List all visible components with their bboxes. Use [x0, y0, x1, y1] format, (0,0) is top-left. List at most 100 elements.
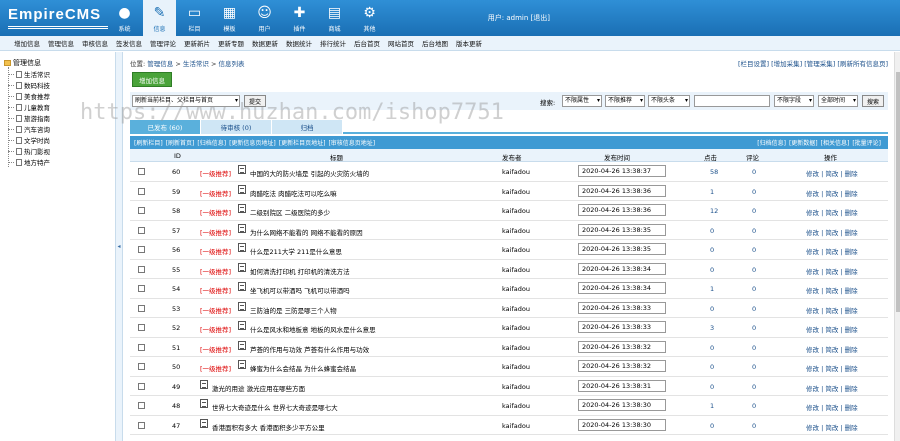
row-checkbox[interactable] — [138, 343, 145, 351]
search-button[interactable]: 搜索 — [862, 95, 884, 107]
row-title[interactable]: 三防油的是 三防是哪三个人物 — [250, 305, 337, 315]
submenu-item[interactable]: 签发信息 — [116, 38, 142, 48]
tree-item[interactable]: 生活常识 — [8, 69, 50, 79]
row-comments[interactable]: 0 — [752, 383, 756, 391]
logout-link[interactable]: [退出] — [531, 14, 550, 22]
row-time-input[interactable]: 2020-04-26 13:38:30 — [578, 399, 666, 411]
action-link[interactable]: [归档信息] — [197, 138, 226, 147]
top-nav-item[interactable]: ☺ 用户 — [248, 0, 281, 36]
row-checkbox[interactable] — [138, 226, 145, 234]
row-comments[interactable]: 0 — [752, 285, 756, 293]
row-title[interactable]: 为什么网络不能看的 网络不能看的原因 — [250, 227, 363, 237]
tree-item[interactable]: 地方特产 — [8, 157, 50, 167]
row-comments[interactable]: 0 — [752, 266, 756, 274]
row-time-input[interactable]: 2020-04-26 13:38:33 — [578, 301, 666, 314]
row-ops[interactable]: 修改 | 简改 | 删除 — [806, 344, 858, 354]
row-title[interactable]: 二级别院区 二级医院的多少 — [250, 207, 330, 217]
action-link[interactable]: [归档信息] — [757, 138, 786, 147]
row-comments[interactable]: 0 — [752, 344, 756, 352]
row-time-input[interactable]: 2020-04-26 13:38:35 — [578, 243, 666, 255]
row-time-input[interactable]: 2020-04-26 13:38:36 — [578, 204, 666, 216]
tree-item[interactable]: 汽车咨询 — [8, 124, 50, 134]
action-link[interactable]: [刷新栏目] — [134, 138, 163, 147]
row-comments[interactable]: 0 — [752, 207, 756, 215]
action-link[interactable]: [相关信息] — [821, 138, 850, 147]
tree-item[interactable]: 热门影视 — [8, 146, 50, 156]
action-link[interactable]: [更新栏目页地址] — [279, 138, 326, 147]
row-title[interactable]: 世界七大奇迹是什么 世界七大奇迹是哪七大 — [212, 402, 338, 412]
row-checkbox[interactable] — [138, 324, 145, 331]
time-select[interactable]: 全部时间 — [818, 95, 858, 107]
row-checkbox[interactable] — [138, 207, 145, 214]
row-time-input[interactable]: 2020-04-26 13:38:37 — [578, 165, 666, 177]
top-nav-item[interactable]: ✚ 插件 — [283, 0, 316, 36]
row-comments[interactable]: 0 — [752, 363, 756, 371]
row-checkbox[interactable] — [138, 265, 145, 273]
action-link[interactable]: [审核信息页地址] — [328, 138, 375, 147]
row-time-input[interactable]: 2020-04-26 13:38:34 — [578, 262, 666, 275]
row-comments[interactable]: 0 — [752, 402, 756, 410]
row-time-input[interactable]: 2020-04-26 13:38:35 — [578, 223, 666, 236]
row-ops[interactable]: 修改 | 简改 | 删除 — [806, 227, 858, 237]
search-input[interactable] — [694, 95, 770, 107]
row-ops[interactable]: 修改 | 简改 | 删除 — [806, 188, 858, 198]
top-nav-item[interactable]: ✎ 信息 — [143, 0, 176, 36]
top-nav-item[interactable]: ● 系统 — [108, 0, 141, 36]
submenu-item[interactable]: 更新新片 — [184, 38, 210, 48]
crumb-item[interactable]: 信息列表 — [218, 60, 244, 68]
submenu-item[interactable]: 版本更新 — [456, 38, 482, 48]
submenu-item[interactable]: 数据统计 — [286, 38, 312, 48]
row-comments[interactable]: 0 — [752, 305, 756, 313]
row-checkbox[interactable] — [138, 304, 145, 312]
row-time-input[interactable]: 2020-04-26 13:38:31 — [578, 379, 666, 392]
tree-item[interactable]: 儿童教育 — [8, 102, 50, 112]
row-ops[interactable]: 修改 | 简改 | 删除 — [806, 246, 858, 256]
row-ops[interactable]: 修改 | 简改 | 删除 — [806, 285, 858, 295]
row-comments[interactable]: 0 — [752, 227, 756, 235]
row-title[interactable]: 中国的大的防火墙是 引起的火灾防火墙的 — [250, 168, 369, 178]
submenu-item[interactable]: 后台地图 — [422, 38, 448, 48]
row-comments[interactable]: 0 — [752, 324, 756, 332]
tree-item[interactable]: 文学时尚 — [8, 135, 50, 145]
crumb-item[interactable]: 管理信息 — [147, 60, 173, 68]
row-time-input[interactable]: 2020-04-26 13:38:33 — [578, 321, 666, 333]
row-checkbox[interactable] — [138, 363, 145, 370]
row-checkbox[interactable] — [138, 285, 145, 292]
row-time-input[interactable]: 2020-04-26 13:38:32 — [578, 360, 666, 372]
row-ops[interactable]: 修改 | 简改 | 删除 — [806, 305, 858, 315]
row-time-input[interactable]: 2020-04-26 13:38:34 — [578, 282, 666, 294]
top-nav-item[interactable]: ▭ 栏目 — [178, 0, 211, 36]
row-ops[interactable]: 修改 | 简改 | 删除 — [806, 266, 858, 276]
action-link[interactable]: [批量评论] — [852, 138, 881, 147]
action-link[interactable]: [刷新首页] — [166, 138, 195, 147]
top-nav-item[interactable]: ▤ 商城 — [318, 0, 351, 36]
row-time-input[interactable]: 2020-04-26 13:38:30 — [578, 418, 666, 431]
row-ops[interactable]: 修改 | 简改 | 删除 — [806, 363, 858, 373]
row-title[interactable]: 肉醋吃法 肉醋吃法可以吃么嘛 — [250, 188, 337, 198]
row-ops[interactable]: 修改 | 简改 | 删除 — [806, 207, 858, 217]
row-ops[interactable]: 修改 | 简改 | 删除 — [806, 402, 858, 412]
submenu-item[interactable]: 增加信息 — [14, 38, 40, 48]
submenu-item[interactable]: 管理评论 — [150, 38, 176, 48]
submenu-item[interactable]: 管理信息 — [48, 38, 74, 48]
row-comments[interactable]: 0 — [752, 422, 756, 430]
row-checkbox[interactable] — [138, 421, 145, 429]
row-title[interactable]: 香港面积有多大 香港面积多少平方公里 — [212, 422, 325, 432]
row-ops[interactable]: 修改 | 简改 | 删除 — [806, 383, 858, 393]
top-nav-item[interactable]: ▦ 模板 — [213, 0, 246, 36]
row-ops[interactable]: 修改 | 简改 | 删除 — [806, 168, 858, 178]
tree-item[interactable]: 旅游指南 — [8, 113, 50, 123]
top-nav-item[interactable]: ⚙ 其他 — [353, 0, 386, 36]
action-link[interactable]: [更新信息页地址] — [229, 138, 276, 147]
submenu-item[interactable]: 后台首页 — [354, 38, 380, 48]
top-links[interactable]: [栏目设置] [增加采集] [管理采集] [刷新所有信息页] — [738, 58, 888, 68]
row-checkbox[interactable] — [138, 382, 145, 390]
scrollbar-thumb[interactable] — [896, 72, 900, 312]
attr-select[interactable]: 不限属性 — [562, 95, 602, 107]
submenu-item[interactable]: 数据更新 — [252, 38, 278, 48]
row-title[interactable]: 什么是211大学 211是什么意思 — [250, 246, 342, 256]
row-comments[interactable]: 0 — [752, 188, 756, 196]
row-checkbox[interactable] — [138, 168, 145, 175]
row-time-input[interactable]: 2020-04-26 13:38:32 — [578, 340, 666, 353]
tree-item[interactable]: 数码科技 — [8, 80, 50, 90]
